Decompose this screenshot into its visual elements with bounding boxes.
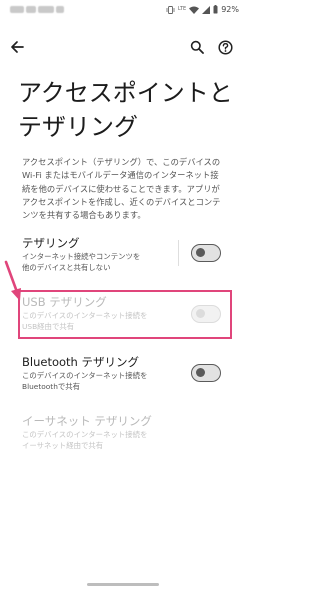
toggle-knob bbox=[196, 248, 205, 257]
bluetooth-tethering-summary-line2: Bluetoothで共有 bbox=[22, 382, 81, 391]
status-bar: LTE 92% bbox=[0, 0, 245, 22]
back-button[interactable] bbox=[6, 36, 28, 58]
bluetooth-tethering-toggle[interactable] bbox=[191, 364, 221, 382]
battery-icon bbox=[213, 5, 218, 14]
row-divider bbox=[178, 240, 179, 266]
ethernet-tethering-title: イーサネット テザリング bbox=[22, 414, 152, 428]
page-title-line2: テザリング bbox=[18, 113, 138, 141]
network-type: LTE bbox=[177, 6, 187, 12]
gesture-nav-handle[interactable] bbox=[87, 583, 159, 586]
page-title-line1: アクセスポイントと bbox=[18, 79, 233, 107]
status-indicators: LTE 92% bbox=[166, 5, 239, 14]
search-button[interactable] bbox=[186, 36, 208, 58]
tethering-toggle[interactable] bbox=[191, 244, 221, 262]
ethernet-tethering-setting-row: イーサネット テザリング このデバイスのインターネット接続を イーサネット経由で… bbox=[22, 414, 232, 451]
page-description: アクセスポイント（テザリング）で、このデバイスのWi-Fi またはモバイルデータ… bbox=[22, 157, 221, 221]
usb-tethering-highlight-box bbox=[18, 290, 232, 339]
battery-percentage: 92% bbox=[221, 5, 239, 14]
status-notifications-blurred bbox=[10, 6, 68, 15]
back-arrow-icon bbox=[11, 41, 24, 53]
search-icon bbox=[190, 40, 204, 54]
ethernet-tethering-summary-line1: このデバイスのインターネット接続を bbox=[22, 430, 148, 439]
wifi-icon bbox=[189, 6, 200, 14]
toolbar bbox=[0, 32, 245, 62]
vibrate-icon bbox=[166, 5, 175, 14]
page-title: アクセスポイントと テザリング bbox=[18, 76, 233, 144]
toggle-knob bbox=[196, 368, 205, 377]
help-icon bbox=[217, 39, 233, 55]
ethernet-tethering-summary-line2: イーサネット経由で共有 bbox=[22, 441, 104, 450]
help-button[interactable] bbox=[214, 36, 236, 58]
signal-icon bbox=[202, 5, 211, 14]
tethering-summary-line2: 他のデバイスと共有しない bbox=[22, 263, 111, 272]
